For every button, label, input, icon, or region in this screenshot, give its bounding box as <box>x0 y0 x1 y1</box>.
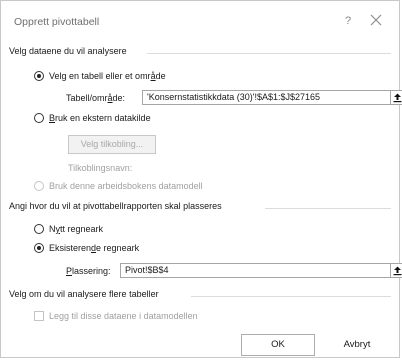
section-divider <box>191 296 391 297</box>
create-pivottable-dialog: Opprett pivottabell ? Velg dataene du vi… <box>0 0 402 358</box>
dialog-title: Opprett pivottabell <box>14 16 100 28</box>
collapse-dialog-icon <box>393 266 402 276</box>
collapse-dialog-icon <box>393 93 402 103</box>
section-heading-data: Velg dataene du vil analysere <box>9 46 131 58</box>
title-bar: Opprett pivottabell ? <box>1 1 399 37</box>
radio-new-worksheet-label: Nytt regneark <box>49 224 104 234</box>
radio-external-source-label: Bruk en ekstern datakilde <box>49 113 151 123</box>
table-range-input[interactable]: 'Konsernstatistikkdata (30)'!$A$1:$J$271… <box>142 90 391 105</box>
ok-button[interactable]: OK <box>241 334 315 356</box>
cancel-button[interactable]: Avbryt <box>319 334 395 356</box>
radio-workbook-datamodel[interactable] <box>34 181 44 191</box>
radio-existing-worksheet[interactable] <box>34 243 44 253</box>
section-heading-placement: Angi hvor du vil at pivottabellrapporten… <box>9 201 226 213</box>
help-button[interactable]: ? <box>345 15 351 27</box>
connection-name-label: Tilkoblingsnavn: <box>68 163 133 173</box>
location-label: Plassering: <box>66 266 111 276</box>
add-to-datamodel-label: Legg til disse dataene i datamodellen <box>49 311 198 321</box>
section-divider <box>265 208 391 209</box>
location-picker-button[interactable] <box>391 263 402 278</box>
close-icon[interactable] <box>368 12 384 28</box>
table-range-label: Tabell/område: <box>66 93 126 103</box>
choose-connection-button[interactable]: Velg tilkobling... <box>68 135 156 154</box>
section-heading-multiple-tables: Velg om du vil analysere flere tabeller <box>9 289 163 301</box>
range-picker-button[interactable] <box>391 90 402 105</box>
section-divider <box>147 53 391 54</box>
location-input[interactable]: Pivot!$B$4 <box>120 263 391 278</box>
radio-select-table[interactable] <box>34 71 44 81</box>
radio-external-source[interactable] <box>34 113 44 123</box>
add-to-datamodel-checkbox[interactable] <box>34 311 44 321</box>
radio-existing-worksheet-label: Eksisterende regneark <box>49 243 140 253</box>
radio-workbook-datamodel-label: Bruk denne arbeidsbokens datamodell <box>49 181 203 191</box>
radio-select-table-label: Velg en tabell eller et område <box>49 71 166 81</box>
radio-new-worksheet[interactable] <box>34 224 44 234</box>
